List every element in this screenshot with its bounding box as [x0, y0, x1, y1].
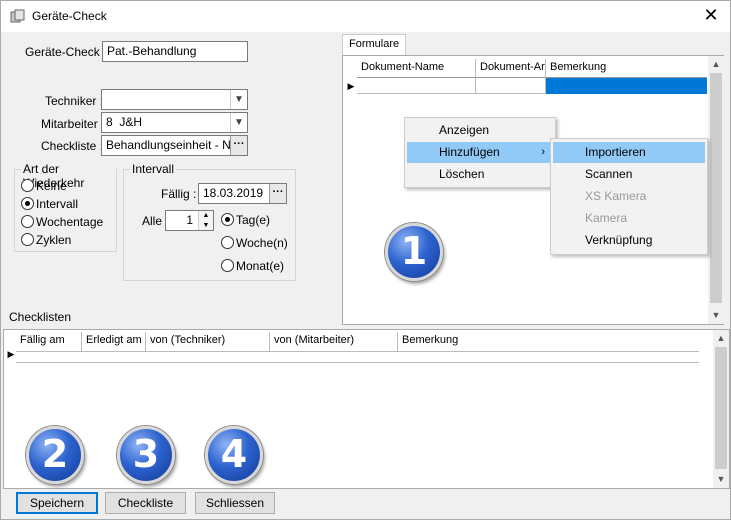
badge-4: 4	[205, 426, 263, 484]
radio-circle-icon	[221, 236, 234, 249]
formulare-tabstrip: Formulare	[342, 34, 731, 56]
scroll-down-icon[interactable]: ▼	[708, 307, 724, 324]
formulare-cell-selected[interactable]	[546, 77, 707, 94]
stepper-up-icon[interactable]: ▲	[199, 211, 213, 221]
close-icon[interactable]: ✕	[700, 5, 722, 25]
geraete-check-window: Geräte-Check ✕ Geräte-Check : Pat.-Behan…	[0, 0, 731, 520]
faellig-date-field[interactable]: 18.03.2019 ···	[198, 183, 287, 204]
menu-item-hinzufuegen[interactable]: Hinzufügen ›	[407, 142, 553, 163]
scroll-up-icon[interactable]: ▲	[713, 330, 729, 347]
menu-item-kamera: Kamera	[585, 211, 628, 225]
window-title: Geräte-Check	[32, 9, 107, 23]
formulare-scrollbar[interactable]: ▲ ▼	[708, 56, 724, 324]
formulare-header: Dokument-Name Dokument-Art Bemerkung	[357, 59, 707, 79]
techniker-label: Techniker :	[45, 94, 104, 108]
faellig-label: Fällig :	[161, 187, 197, 201]
submenu: Importieren Scannen XS Kamera Kamera Ver…	[550, 138, 708, 255]
radio-tage[interactable]: Tag(e)	[221, 213, 270, 227]
ellipsis-button[interactable]: ···	[230, 136, 247, 155]
menu-item-importieren[interactable]: Importieren	[553, 142, 705, 163]
scroll-up-icon[interactable]: ▲	[708, 56, 724, 73]
intervall-title: Intervall	[130, 162, 177, 176]
geraete-check-input[interactable]: Pat.-Behandlung	[102, 41, 248, 62]
radio-label: Monat(e)	[236, 259, 285, 273]
app-icon	[10, 9, 25, 23]
formulare-cell[interactable]	[476, 77, 546, 94]
menu-item-scannen[interactable]: Scannen	[553, 164, 705, 185]
scroll-down-icon[interactable]: ▼	[713, 471, 729, 488]
radio-intervall[interactable]: Intervall	[21, 197, 78, 211]
radio-label: Zyklen	[36, 233, 72, 247]
radio-circle-icon	[21, 215, 34, 228]
checklist-scrollbar[interactable]: ▲ ▼	[713, 330, 729, 488]
mitarbeiter-select[interactable]: 8 J&H ▼	[101, 112, 248, 133]
scroll-thumb[interactable]	[710, 73, 722, 303]
techniker-select[interactable]: ▼	[101, 89, 248, 110]
radio-wochen[interactable]: Woche(n)	[221, 236, 288, 250]
title-bar: Geräte-Check ✕	[1, 1, 730, 32]
row-indicator-icon: ▶	[347, 81, 355, 91]
radio-label: Wochentage	[36, 215, 104, 229]
col-dokument-art[interactable]: Dokument-Art	[476, 59, 546, 79]
chevron-down-icon[interactable]: ▼	[230, 90, 247, 109]
menu-item-label: Hinzufügen	[439, 145, 500, 159]
mitarbeiter-value: 8 J&H	[106, 115, 143, 129]
badge-1: 1	[385, 223, 443, 281]
context-menu: Anzeigen Hinzufügen › Löschen	[404, 117, 556, 188]
faellig-value: 18.03.2019	[203, 186, 264, 200]
menu-item-xs-kamera: XS Kamera	[585, 189, 647, 203]
col-bemerkung[interactable]: Bemerkung	[546, 59, 707, 79]
checkliste-field[interactable]: Behandlungseinheit - Nach ···	[101, 135, 248, 156]
radio-circle-icon	[221, 259, 234, 272]
radio-label: Keine	[36, 179, 67, 193]
scroll-thumb[interactable]	[715, 347, 727, 469]
stepper-down-icon[interactable]: ▼	[199, 220, 213, 230]
radio-keine[interactable]: Keine	[21, 179, 67, 193]
tab-formulare[interactable]: Formulare	[342, 34, 407, 56]
menu-item-loeschen[interactable]: Löschen	[407, 164, 553, 185]
checkliste-button[interactable]: Checkliste	[105, 492, 186, 514]
radio-label: Tag(e)	[236, 213, 271, 227]
radio-label: Woche(n)	[236, 236, 288, 250]
alle-label: Alle	[142, 214, 163, 228]
checkliste-value: Behandlungseinheit - Nach	[106, 138, 248, 152]
radio-zyklen[interactable]: Zyklen	[21, 233, 71, 247]
menu-item-verknuepfung[interactable]: Verknüpfung	[553, 230, 705, 251]
ellipsis-button[interactable]: ···	[269, 184, 286, 203]
menu-item-anzeigen[interactable]: Anzeigen	[407, 120, 553, 141]
radio-circle-icon	[21, 233, 34, 246]
speichern-button[interactable]: Speichern	[16, 492, 98, 514]
radio-monate[interactable]: Monat(e)	[221, 259, 284, 273]
chevron-down-icon[interactable]: ▼	[230, 113, 247, 132]
radio-circle-icon	[221, 213, 234, 226]
col-dokument-name[interactable]: Dokument-Name	[357, 59, 476, 79]
radio-wochentage[interactable]: Wochentage	[21, 215, 103, 229]
radio-circle-icon	[21, 179, 34, 192]
table-row[interactable]	[16, 345, 699, 363]
radio-circle-icon	[21, 197, 34, 210]
alle-stepper[interactable]: 1 ▲ ▼	[165, 210, 214, 231]
badge-2: 2	[26, 426, 84, 484]
radio-label: Intervall	[36, 197, 79, 211]
schliessen-button[interactable]: Schliessen	[195, 492, 275, 514]
alle-value: 1	[186, 213, 193, 227]
formulare-cell[interactable]	[357, 77, 476, 94]
checkliste-label: Checkliste :	[41, 139, 104, 153]
submenu-arrow-icon: ›	[541, 146, 545, 158]
geraete-check-label: Geräte-Check :	[25, 45, 107, 59]
badge-3: 3	[117, 426, 175, 484]
mitarbeiter-label: Mitarbeiter :	[41, 117, 105, 131]
checklisten-label: Checklisten	[9, 310, 72, 324]
checklist-grid: Fällig am Erledigt am von (Techniker) vo…	[3, 329, 730, 489]
